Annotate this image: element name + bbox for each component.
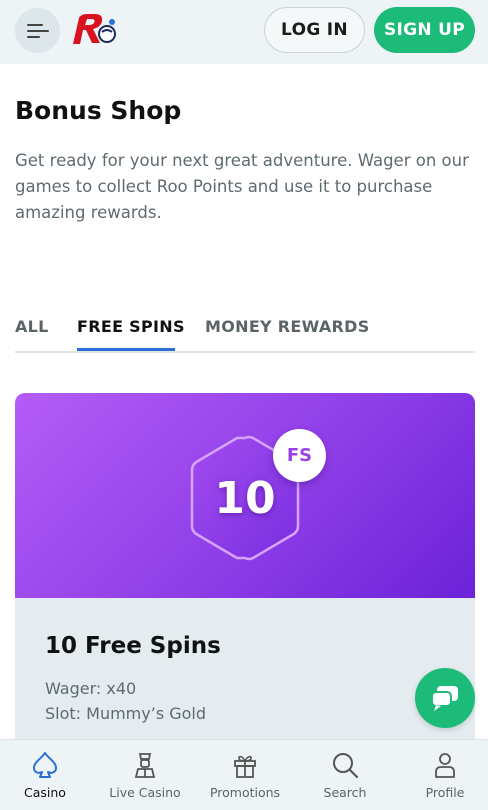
gift-icon — [230, 750, 260, 780]
brand-logo[interactable] — [67, 10, 119, 50]
fs-badge: FS — [273, 429, 326, 482]
nav-profile[interactable]: Profile — [396, 740, 488, 810]
nav-casino[interactable]: Casino — [0, 740, 94, 810]
card-slot: Slot: Mummy’s Gold — [45, 704, 207, 723]
card-title: 10 Free Spins — [45, 633, 221, 659]
tab-free-spins[interactable]: FREE SPINS — [77, 317, 185, 336]
nav-promotions-label: Promotions — [209, 785, 281, 800]
dealer-icon — [130, 750, 160, 780]
chat-icon — [431, 686, 458, 711]
spade-icon — [30, 750, 60, 780]
active-tab-indicator — [77, 348, 175, 351]
card-hero: 10 FS — [15, 393, 475, 598]
top-header: LOG IN SIGN UP — [0, 0, 488, 64]
login-button[interactable]: LOG IN — [264, 7, 365, 53]
nav-casino-label: Casino — [24, 785, 66, 800]
hamburger-icon — [26, 23, 49, 38]
page-title: Bonus Shop — [15, 96, 182, 125]
nav-live-casino-label: Live Casino — [109, 785, 181, 800]
profile-icon — [430, 750, 460, 780]
menu-button[interactable] — [15, 8, 60, 53]
card-wager: Wager: x40 — [45, 679, 137, 698]
live-chat-button[interactable] — [415, 668, 475, 728]
signup-button[interactable]: SIGN UP — [374, 7, 475, 53]
nav-profile-label: Profile — [425, 785, 465, 800]
nav-live-casino[interactable]: Live Casino — [96, 740, 194, 810]
nav-search-label: Search — [323, 785, 367, 800]
tab-all[interactable]: ALL — [15, 317, 49, 336]
bonus-card[interactable]: 10 FS 10 Free Spins Wager: x40 Slot: Mum… — [15, 393, 475, 753]
bottom-nav: Casino Live Casino Promotions Search Pro… — [0, 739, 488, 810]
tab-money-rewards[interactable]: MONEY REWARDS — [205, 317, 370, 336]
nav-promotions[interactable]: Promotions — [196, 740, 294, 810]
page-intro: Get ready for your next great adventure.… — [15, 151, 469, 222]
search-icon — [330, 750, 360, 780]
bonus-tabs: ALL FREE SPINS MONEY REWARDS — [15, 300, 475, 353]
nav-search[interactable]: Search — [296, 740, 394, 810]
